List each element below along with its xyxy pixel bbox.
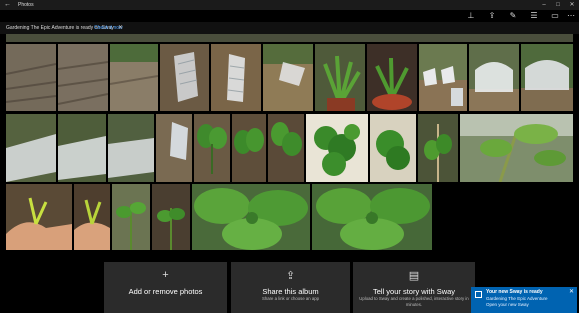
photo-garden-covers[interactable] [521, 44, 573, 111]
photo-sapling[interactable] [152, 184, 190, 250]
share-icon: ⇪ [285, 270, 296, 282]
photo-plastic-tunnel[interactable] [108, 114, 154, 182]
window-title: Photos [18, 2, 34, 8]
toast-line: Open your new Sway [486, 302, 529, 307]
photo-plastic-tunnel[interactable] [58, 114, 106, 182]
photo-plastic-tunnel[interactable] [6, 114, 56, 182]
toast-title: Your new Sway is ready [486, 289, 543, 295]
photo-seedling[interactable] [268, 114, 304, 182]
photo-soil-bed[interactable] [110, 44, 158, 111]
photo-seedling[interactable] [232, 114, 266, 182]
photo-sapling[interactable] [112, 184, 150, 250]
card-title: Share this album [262, 287, 319, 296]
photo-seedling[interactable] [194, 114, 230, 182]
photo-seedling-stake[interactable] [418, 114, 458, 182]
card-title: Tell your story with Sway [372, 287, 456, 296]
photo-plastic-cover[interactable] [156, 114, 192, 182]
photo-plastic-cover[interactable] [211, 44, 261, 111]
photo-plastic-cover[interactable] [263, 44, 313, 111]
close-toast-icon[interactable]: ✕ [569, 288, 574, 295]
card-subtitle: Share a link or choose an app [261, 296, 320, 301]
back-arrow-icon[interactable]: ← [4, 0, 11, 10]
dismiss-notification-icon[interactable]: ✕ [118, 22, 123, 34]
photo-soil-bed[interactable] [6, 44, 56, 111]
plus-icon: + [162, 269, 169, 281]
add-remove-photos-card[interactable]: + Add or remove photos [104, 262, 227, 313]
photo-seedling-pot[interactable] [315, 44, 365, 111]
sway-ready-toast[interactable]: Your new Sway is ready Gardening The Epi… [471, 287, 577, 313]
photo-hand-sapling[interactable] [6, 184, 72, 250]
photo-seedling-pot[interactable] [367, 44, 417, 111]
photo-garden-covers[interactable] [469, 44, 519, 111]
photo-papaya-plant[interactable] [460, 114, 573, 182]
sway-icon: ▤ [408, 270, 420, 282]
album-toolbar: ⊥ ⇪ ✎ ☰ ▭ ⋯ [464, 9, 575, 23]
card-title: Add or remove photos [128, 287, 203, 296]
share-album-card[interactable]: ⇪ Share this album Share a link or choos… [231, 262, 350, 313]
toast-line: Gardening The Epic Adventure [486, 296, 548, 301]
photo-grid [0, 34, 579, 254]
more-icon[interactable]: ⋯ [564, 9, 578, 23]
photo-plastic-cover[interactable] [419, 44, 467, 111]
photo-plastic-cover[interactable] [160, 44, 209, 111]
photo-papaya-leaves[interactable] [312, 184, 432, 250]
photo-hand-sapling[interactable] [74, 184, 110, 250]
photo-leafy-plant[interactable] [370, 114, 416, 182]
photo-papaya-leaves[interactable] [192, 184, 310, 250]
photo-partial-row[interactable] [6, 34, 573, 42]
pin-icon[interactable]: ⊥ [464, 9, 478, 23]
photo-leafy-plant[interactable] [306, 114, 368, 182]
card-subtitle: Upload to Sway and create a polished, in… [359, 296, 469, 307]
sway-app-icon [475, 291, 482, 298]
select-icon[interactable]: ☰ [527, 9, 541, 23]
sway-notification-bar: Gardening The Epic Adventure is ready on… [0, 22, 579, 34]
sway-story-card[interactable]: ▤ Tell your story with Sway Upload to Sw… [353, 262, 475, 313]
slideshow-icon[interactable]: ▭ [548, 9, 562, 23]
edit-icon[interactable]: ✎ [506, 9, 520, 23]
share-icon[interactable]: ⇪ [485, 9, 499, 23]
photo-soil-bed[interactable] [58, 44, 108, 111]
